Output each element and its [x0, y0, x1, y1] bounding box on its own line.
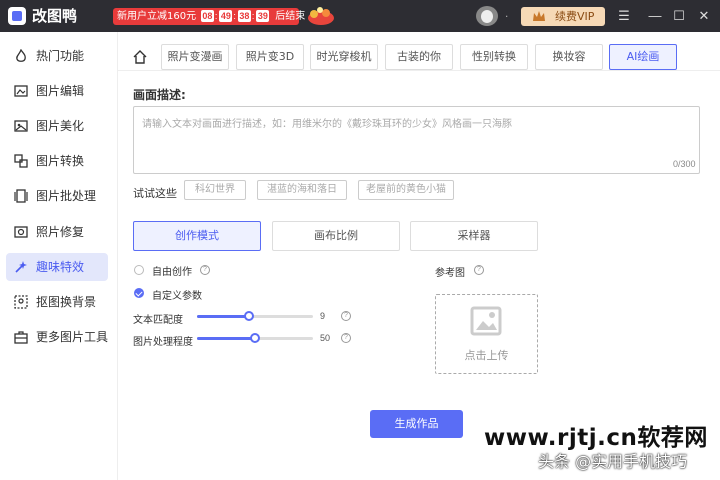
watermark-site: www.rjtj.cn软荐网 [484, 425, 708, 451]
try-label: 试试这些 [133, 187, 177, 200]
help-icon[interactable]: ? [200, 265, 210, 275]
sidebar-item-label: 照片修复 [36, 225, 85, 239]
promo-end-text: 后结束 [275, 11, 306, 22]
custom-params-radio[interactable] [134, 288, 144, 298]
tab-time-machine[interactable]: 时光穿梭机 [310, 44, 378, 70]
help-icon[interactable]: ? [341, 311, 351, 321]
toolbox-icon [14, 331, 28, 344]
sidebar-item-hot[interactable]: 热门功能 [6, 42, 108, 70]
image-strength-slider[interactable] [197, 333, 313, 343]
sidebar-item-label: 热门功能 [36, 49, 85, 63]
upload-text: 点击上传 [464, 349, 509, 362]
magic-icon [15, 261, 27, 273]
user-avatar[interactable] [476, 6, 498, 26]
prompt-label: 画面描述: [133, 88, 186, 102]
suggestion-chip[interactable]: 科幻世界 [184, 180, 246, 200]
title-bar: 改图鸭 新用户立减160元 08:49:38:39 后结束 . 续费VIP ☰ … [0, 0, 720, 32]
app-title: 改图鸭 [32, 7, 78, 25]
upload-box[interactable]: 点击上传 [435, 294, 538, 374]
slider-handle[interactable] [244, 311, 255, 321]
vip-label: 续费VIP [555, 10, 595, 23]
countdown-minutes: 49 [219, 10, 233, 22]
free-creation-label: 自由创作 [152, 267, 192, 278]
countdown-sep: : [214, 11, 218, 21]
promo-text: 新用户立减160元 [117, 11, 197, 22]
renew-vip-button[interactable]: 续费VIP [521, 7, 605, 26]
tab-ai-painting[interactable]: AI绘画 [609, 44, 677, 70]
feature-tabs: 照片变漫画 照片变3D 时光穿梭机 古装的你 性别转换 换妆容 AI绘画 [118, 38, 720, 71]
image-placeholder-icon [470, 306, 502, 336]
countdown-ms: 39 [256, 10, 270, 22]
maximize-icon[interactable]: ☐ [671, 8, 687, 24]
free-creation-radio[interactable] [134, 265, 144, 275]
sidebar-item-repair[interactable]: 照片修复 [6, 218, 108, 246]
tab-photo-to-3d[interactable]: 照片变3D [236, 44, 304, 70]
image-strength-label: 图片处理程度 [133, 337, 193, 348]
prompt-counter: 0/300 [673, 159, 696, 169]
sidebar-item-fun-effects[interactable]: 趣味特效 [6, 253, 108, 281]
slider-fill [197, 315, 250, 318]
sidebar-item-label: 抠图换背景 [36, 295, 97, 309]
countdown-seconds: 38 [237, 10, 251, 22]
mode-tab-creation[interactable]: 创作模式 [133, 221, 261, 251]
image-edit-icon [14, 85, 28, 97]
suggestion-chip[interactable]: 老屋前的黄色小猫 [358, 180, 454, 200]
main-panel: 照片变漫画 照片变3D 时光穿梭机 古装的你 性别转换 换妆容 AI绘画 画面描… [118, 32, 720, 480]
mode-tab-canvas-ratio[interactable]: 画布比例 [272, 221, 400, 251]
batch-icon [14, 189, 28, 203]
countdown-hours: 08 [200, 10, 214, 22]
sidebar-item-label: 图片转换 [36, 154, 85, 168]
sidebar-item-beautify[interactable]: 图片美化 [6, 112, 108, 140]
close-icon[interactable]: ✕ [696, 8, 712, 24]
mode-tab-sampler[interactable]: 采样器 [410, 221, 538, 251]
sidebar-item-label: 图片批处理 [36, 189, 97, 203]
reference-label: 参考图 [435, 268, 465, 279]
text-match-slider[interactable] [197, 311, 313, 321]
sidebar-item-label: 图片编辑 [36, 84, 85, 98]
tab-gender-swap[interactable]: 性别转换 [460, 44, 528, 70]
countdown-sep: : [233, 11, 236, 21]
tab-makeup[interactable]: 换妆容 [535, 44, 603, 70]
sidebar-item-label: 趣味特效 [36, 260, 85, 274]
gift-icon[interactable] [304, 4, 338, 28]
tab-photo-to-comic[interactable]: 照片变漫画 [161, 44, 229, 70]
sidebar-item-label: 更多图片工具 [36, 330, 109, 344]
countdown-sep: : [251, 11, 255, 21]
promo-banner[interactable]: 新用户立减160元 08:49:38:39 后结束 [113, 8, 305, 25]
user-name: . [505, 6, 509, 20]
prompt-input[interactable]: 请输入文本对画面进行描述，如：用维米尔的《戴珍珠耳环的少女》风格画一只海豚 [133, 106, 700, 174]
menu-icon[interactable]: ☰ [616, 8, 632, 24]
help-icon[interactable]: ? [341, 333, 351, 343]
cutout-icon [14, 295, 28, 309]
home-icon[interactable] [132, 49, 148, 65]
minimize-icon[interactable]: — [647, 8, 663, 24]
text-match-value: 9 [320, 311, 326, 321]
watermark-author: 头条 @实用手机技巧 [538, 452, 688, 471]
image-beautify-icon [14, 120, 28, 132]
flame-icon [16, 49, 26, 62]
sidebar-item-more-tools[interactable]: 更多图片工具 [6, 323, 108, 351]
text-match-label: 文本匹配度 [133, 315, 183, 326]
sidebar-item-convert[interactable]: 图片转换 [6, 147, 108, 175]
generate-button[interactable]: 生成作品 [370, 410, 463, 438]
crown-icon [533, 11, 545, 21]
image-strength-value: 50 [320, 333, 331, 343]
slider-fill [197, 337, 255, 340]
suggestion-chip[interactable]: 湛蓝的海和落日 [257, 180, 347, 200]
photo-repair-icon [14, 226, 28, 238]
app-logo-icon [8, 7, 26, 25]
sidebar-item-label: 图片美化 [36, 119, 85, 133]
convert-icon [14, 154, 28, 168]
sidebar-item-edit[interactable]: 图片编辑 [6, 77, 108, 105]
sidebar-item-cutout[interactable]: 抠图换背景 [6, 288, 108, 316]
sidebar-item-batch[interactable]: 图片批处理 [6, 182, 108, 210]
custom-params-label: 自定义参数 [152, 291, 202, 302]
sidebar: 热门功能 图片编辑 图片美化 图片转换 图片批处理 照片修复 趣味特效 抠图换背… [0, 32, 118, 480]
slider-handle[interactable] [250, 333, 260, 343]
tab-ancient-costume[interactable]: 古装的你 [385, 44, 453, 70]
help-icon[interactable]: ? [474, 265, 484, 275]
